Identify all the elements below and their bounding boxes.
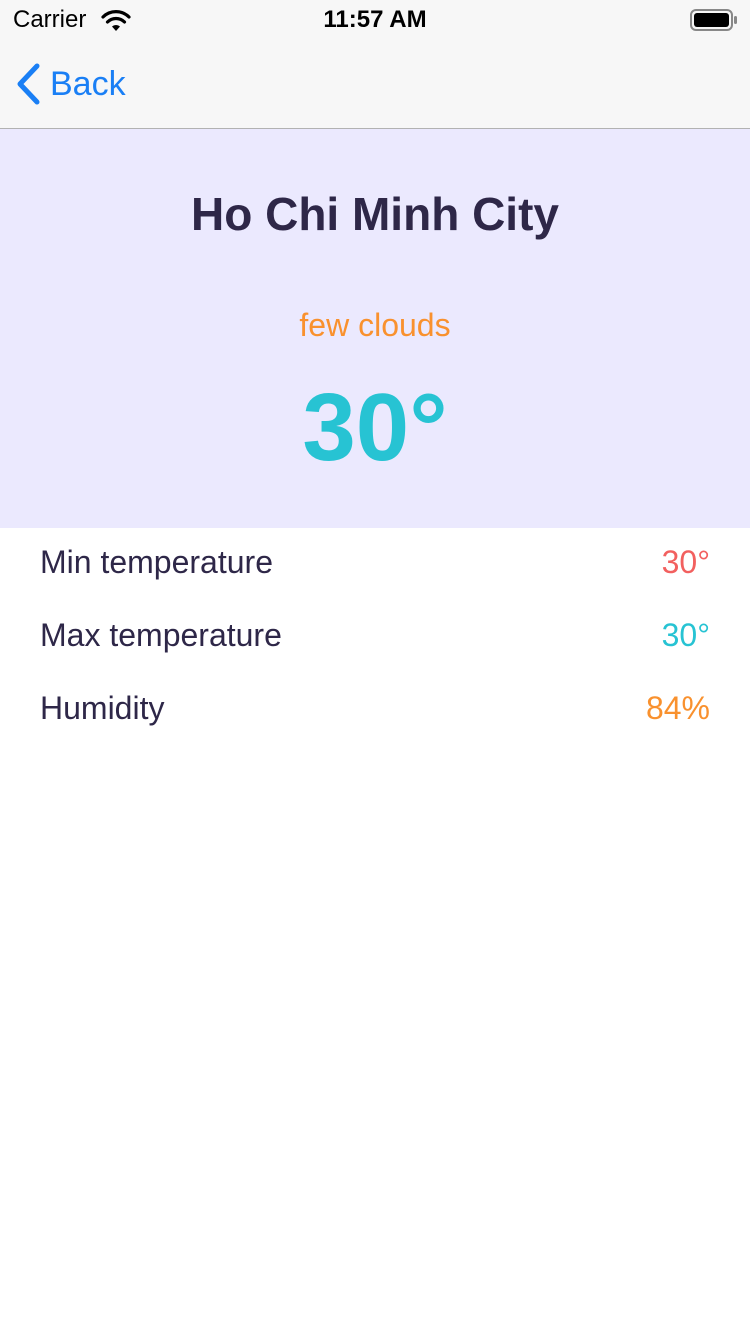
detail-row-min-temperature: Min temperature 30° — [0, 528, 750, 601]
weather-summary: Ho Chi Minh City few clouds 30° — [0, 129, 750, 528]
weather-description: few clouds — [299, 307, 451, 343]
detail-label: Min temperature — [40, 544, 273, 580]
weather-details: Min temperature 30° Max temperature 30° … — [0, 528, 750, 747]
detail-value: 84% — [645, 690, 710, 726]
current-temperature: 30° — [302, 374, 448, 481]
back-label: Back — [50, 64, 126, 103]
status-bar: Carrier 11:57 AM — [0, 0, 750, 40]
city-name: Ho Chi Minh City — [191, 188, 559, 240]
battery-icon — [690, 9, 737, 31]
detail-row-max-temperature: Max temperature 30° — [0, 601, 750, 674]
detail-value: 30° — [661, 544, 710, 580]
navigation-bar: Back — [0, 40, 750, 129]
detail-label: Humidity — [40, 690, 165, 726]
detail-row-humidity: Humidity 84% — [0, 674, 750, 747]
back-button[interactable]: Back — [14, 60, 126, 108]
clock: 11:57 AM — [323, 6, 427, 33]
detail-value: 30° — [661, 617, 710, 653]
chevron-left-icon — [17, 63, 40, 105]
detail-label: Max temperature — [40, 617, 282, 653]
